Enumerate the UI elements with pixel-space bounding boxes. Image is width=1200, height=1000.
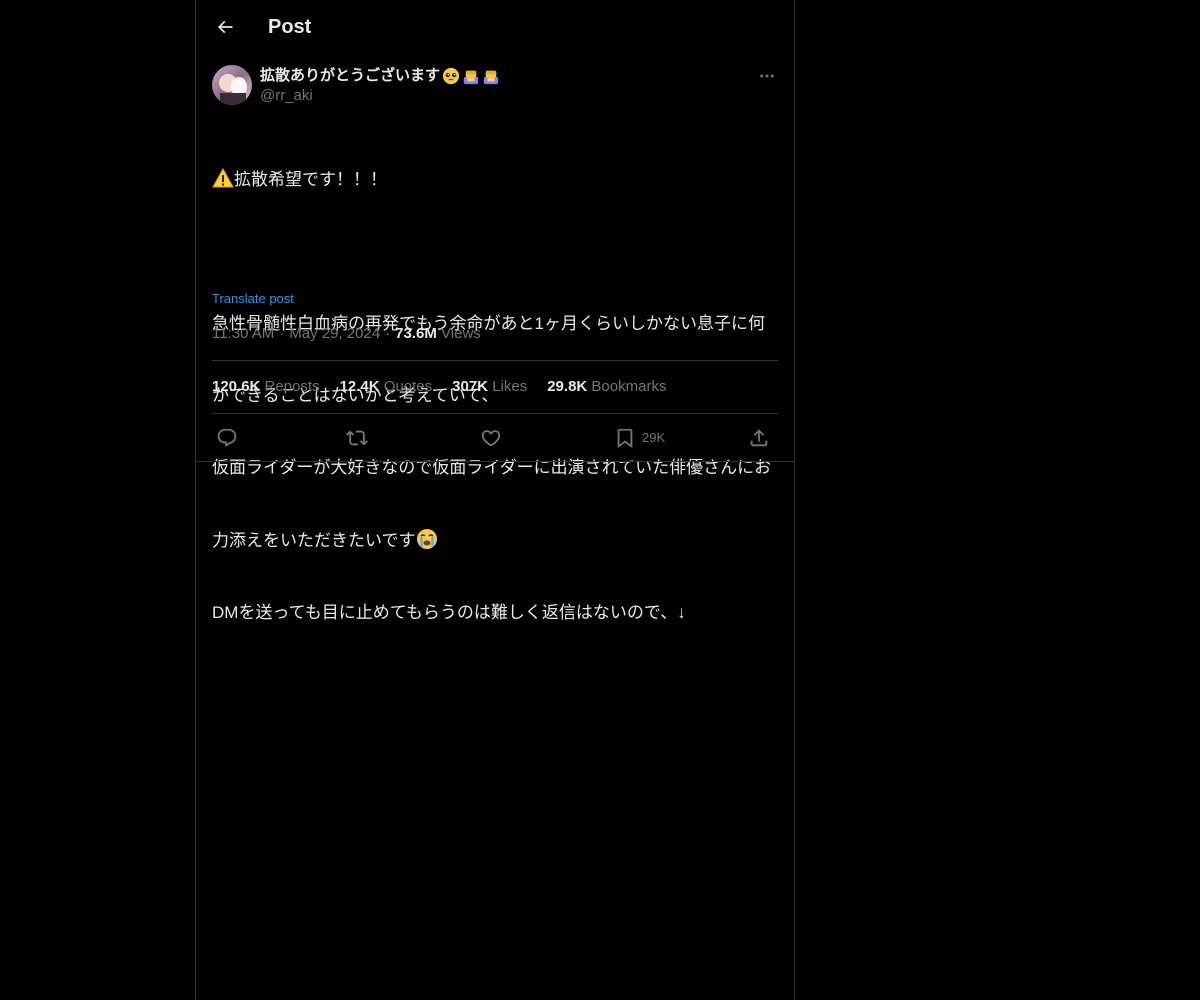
top-bar: Post xyxy=(196,0,794,53)
bookmark-button[interactable]: 29K xyxy=(614,424,665,452)
avatar[interactable] xyxy=(212,65,252,105)
like-button[interactable] xyxy=(480,424,502,452)
likes-count: 307K xyxy=(452,378,489,395)
post-date[interactable]: May 29, 2024 xyxy=(289,325,380,342)
bookmark-count: 29K xyxy=(642,430,666,445)
post-line: 拡散希望です！！！ xyxy=(212,167,778,192)
reply-button[interactable] xyxy=(216,424,238,452)
heart-icon xyxy=(481,430,501,447)
meta-separator: · xyxy=(279,325,285,342)
post-meta: 11:30 AM · May 29, 2024 · 73.6M Views xyxy=(212,324,481,344)
meta-separator: · xyxy=(385,325,391,342)
primary-column: Post 拡散ありがとうございます @rr_aki 拡散希望です！！！ 急性骨髄… xyxy=(195,0,795,1000)
post-actions: 29K xyxy=(212,424,778,452)
arrow-left-icon xyxy=(217,20,233,34)
bookmarks-count: 29.8K xyxy=(547,378,588,395)
more-horizontal-icon xyxy=(760,74,774,78)
person-bowing-emoji-icon xyxy=(483,70,499,85)
author-handle[interactable]: @rr_aki xyxy=(260,86,313,106)
loudly-crying-face-emoji-icon xyxy=(416,529,437,549)
person-bowing-emoji-icon xyxy=(463,70,479,85)
divider xyxy=(212,360,778,361)
warning-emoji-icon xyxy=(212,167,234,188)
post-author: 拡散ありがとうございます @rr_aki xyxy=(212,65,778,107)
back-button[interactable] xyxy=(208,10,242,44)
post-line: DMを送っても目に止めてもらうのは難しく返信はないので、↓ xyxy=(212,603,686,622)
bookmarks-label: Bookmarks xyxy=(591,378,667,395)
views-count: 73.6M xyxy=(395,325,437,342)
divider xyxy=(212,413,778,414)
likes-label: Likes xyxy=(492,378,528,395)
translate-post-link[interactable]: Translate post xyxy=(212,290,294,308)
display-name-text: 拡散ありがとうございます xyxy=(260,67,441,84)
repost-icon xyxy=(346,430,368,446)
pleading-face-emoji-icon xyxy=(442,67,460,85)
likes-stat[interactable]: 307K Likes xyxy=(452,377,527,397)
bookmark-icon xyxy=(617,428,633,449)
reposts-stat[interactable]: 120.6K Reposts xyxy=(212,377,320,397)
post-time[interactable]: 11:30 AM xyxy=(212,325,274,342)
repost-button[interactable] xyxy=(346,424,368,452)
post-stats: 120.6K Reposts 12.4K Quotes 307K Likes 2… xyxy=(212,377,686,397)
post-line: 力添えをいただきたいです xyxy=(212,528,778,553)
reposts-count: 120.6K xyxy=(212,378,261,395)
share-icon xyxy=(750,429,768,447)
more-options-button[interactable] xyxy=(756,65,778,87)
post-line: 仮面ライダーが大好きなので仮面ライダーに出演されていた俳優さんにお xyxy=(212,458,772,477)
quotes-count: 12.4K xyxy=(339,378,380,395)
avatar-image xyxy=(212,65,252,105)
author-display-name[interactable]: 拡散ありがとうございます xyxy=(260,66,500,86)
bookmarks-stat[interactable]: 29.8K Bookmarks xyxy=(547,377,666,397)
page-title: Post xyxy=(268,16,312,38)
post-bottom-border xyxy=(196,461,794,462)
quotes-stat[interactable]: 12.4K Quotes xyxy=(340,377,433,397)
reposts-label: Reposts xyxy=(264,378,320,395)
quotes-label: Quotes xyxy=(383,378,433,395)
post-line-empty xyxy=(212,240,778,264)
share-button[interactable] xyxy=(748,424,770,452)
views-label: Views xyxy=(441,325,481,342)
reply-icon xyxy=(217,428,237,447)
